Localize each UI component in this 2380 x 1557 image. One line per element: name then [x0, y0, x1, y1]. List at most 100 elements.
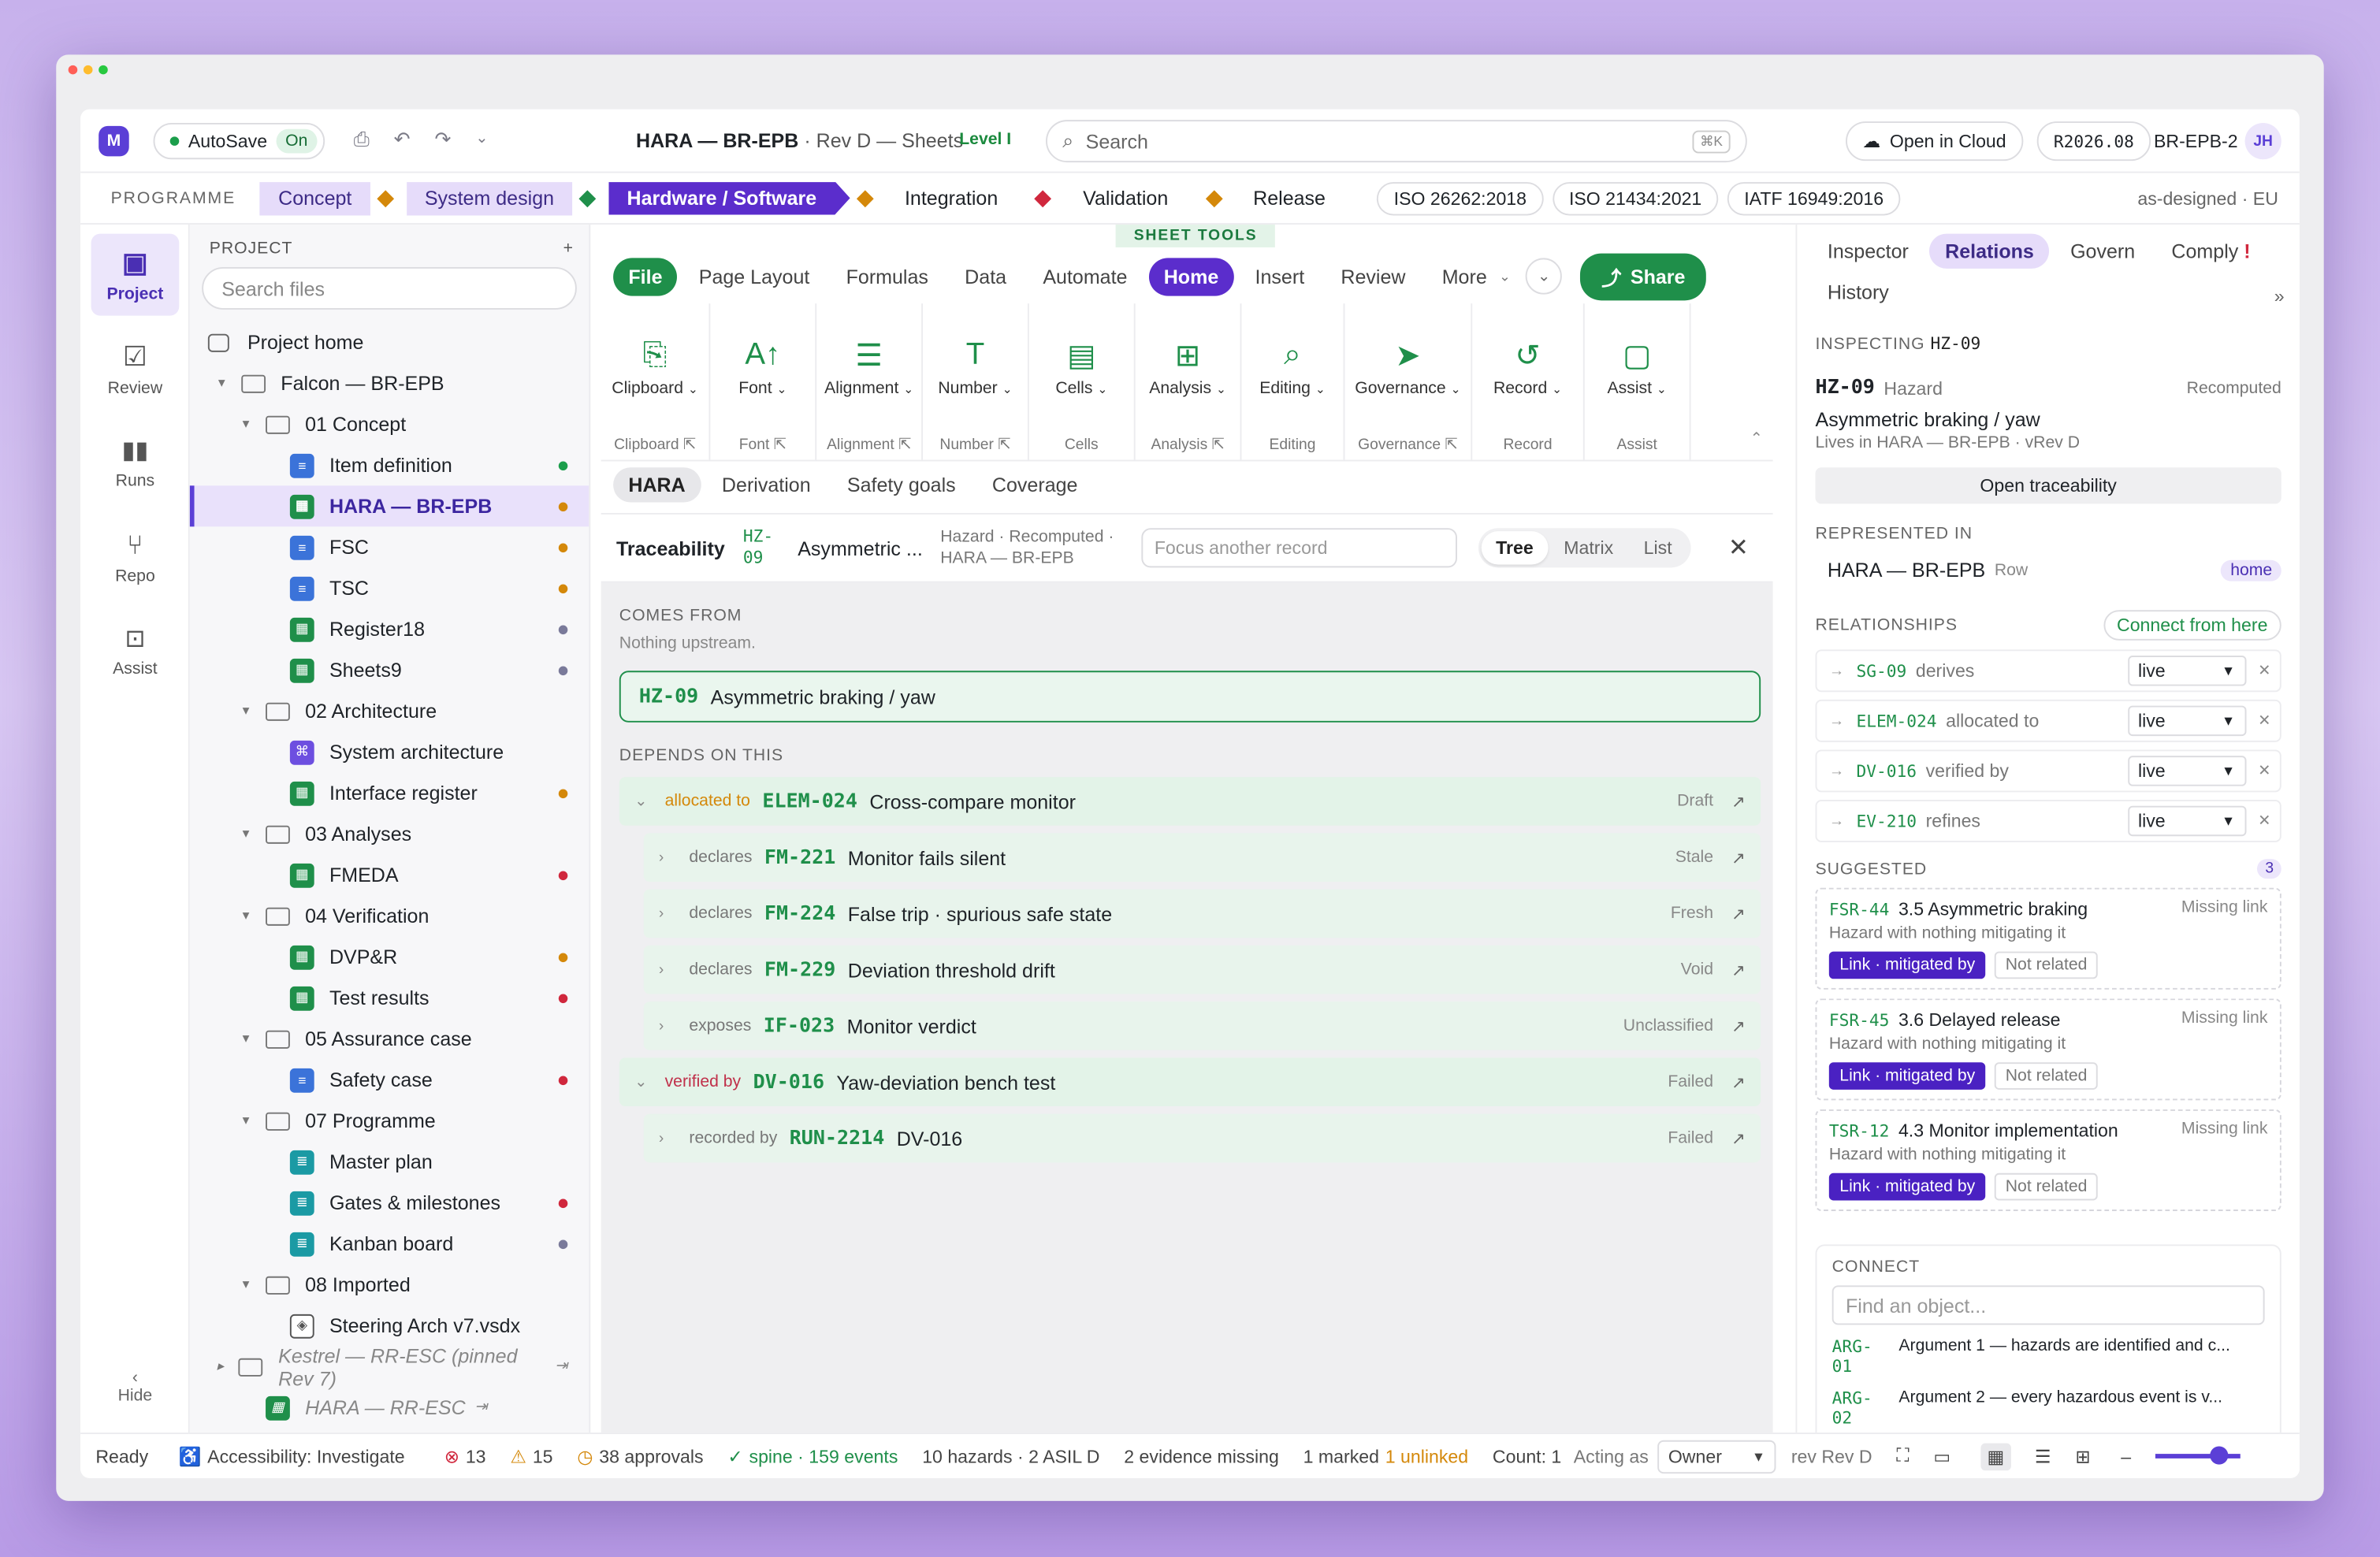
tree-item[interactable]: ≡ Item definition [190, 444, 589, 485]
ribbon-tab[interactable]: Home [1148, 257, 1234, 295]
not-related-button[interactable]: Not related [1995, 951, 2098, 979]
ribbon-group-button[interactable]: Alignment ⌄ [824, 380, 913, 398]
add-file-button[interactable]: + [563, 240, 574, 258]
tree-item[interactable]: ▸ Kestrel — RR-ESC (pinned Rev 7) ⇥ [190, 1343, 589, 1389]
ribbon-group-button[interactable]: Cells ⌄ [1055, 380, 1107, 398]
tree-item[interactable]: ≣ Kanban board [190, 1223, 589, 1264]
avatar[interactable]: JH [2244, 123, 2281, 160]
config-context[interactable]: as-designed · EU [2137, 188, 2278, 209]
tree-item[interactable]: ≡ Safety case [190, 1059, 589, 1100]
autosave-toggle[interactable]: AutoSave On [153, 123, 325, 160]
tree-item[interactable]: ▾ 01 Concept [190, 403, 589, 444]
evidence-missing[interactable]: 2 evidence missing [1124, 1446, 1279, 1467]
relationship-row[interactable]: → DV-016 verified by live ▼ ✕ [1815, 749, 2281, 793]
inspector-tab[interactable]: Comply ! [2156, 234, 2266, 269]
project-home-link[interactable]: Project home [190, 321, 589, 362]
ribbon-group-footer[interactable]: Editing [1270, 437, 1316, 454]
ribbon-group-icon[interactable]: ⊞ [1175, 337, 1200, 373]
ribbon-group-footer[interactable]: Font ⇱ [739, 437, 787, 454]
open-link-icon[interactable]: ↗ [1731, 848, 1746, 868]
trace-row[interactable]: › declares FM-221 Monitor fails silent Stale… [643, 833, 1761, 883]
ribbon-group-footer[interactable]: Cells [1065, 437, 1099, 454]
undo-icon[interactable]: ↶ [394, 128, 411, 152]
connect-result[interactable]: ARG-01 Argument 1 — hazards are identifie… [1832, 1337, 2265, 1377]
ribbon-group-footer[interactable]: Record [1503, 437, 1552, 454]
inspector-tab[interactable]: Inspector [1813, 234, 1924, 269]
ribbon-group-icon[interactable]: ▢ [1623, 337, 1651, 373]
zoom-slider[interactable] [2155, 1446, 2241, 1465]
chevron-right-icon[interactable]: › [659, 1130, 671, 1146]
ribbon-group-icon[interactable]: T [966, 337, 985, 373]
inspector-tab[interactable]: History [1813, 275, 1904, 310]
relationship-row[interactable]: → ELEM-024 allocated to live ▼ ✕ [1815, 699, 2281, 742]
ribbon-tab[interactable]: Review [1326, 257, 1421, 295]
share-button[interactable]: ⤴ Share [1580, 252, 1707, 300]
ribbon-group-button[interactable]: Editing ⌄ [1259, 380, 1326, 398]
ribbon-group-icon[interactable]: ⌕ [1284, 337, 1301, 373]
tree-item[interactable]: ▾ 04 Verification [190, 895, 589, 936]
ribbon-tab[interactable]: More [1426, 257, 1502, 295]
link-mitigated-by-button[interactable]: Link · mitigated by [1828, 1062, 1986, 1090]
represented-name[interactable]: HARA — BR-EPB [1828, 559, 1985, 582]
rail-runs[interactable]: ▮▮ Runs [91, 422, 180, 504]
ribbon-group-button[interactable]: Number ⌄ [938, 380, 1012, 398]
stage-concept[interactable]: Concept [260, 181, 370, 215]
sheet-subtab[interactable]: Derivation [707, 467, 826, 502]
close-icon[interactable]: ✕ [1728, 533, 1749, 563]
relationship-id[interactable]: DV-016 [1856, 761, 1917, 781]
tree-item[interactable]: ▦ FMEDA [190, 854, 589, 895]
chevron-icon[interactable]: ▸ [211, 1358, 230, 1375]
relationship-state-select[interactable]: live ▼ [2127, 705, 2246, 737]
chevron-right-icon[interactable]: › [659, 1017, 671, 1034]
trace-row[interactable]: › recorded by RUN-2214 DV-016 Failed ↗ [643, 1113, 1761, 1163]
remove-relationship-icon[interactable]: ✕ [2258, 812, 2270, 829]
ribbon-group-button[interactable]: Assist ⌄ [1608, 380, 1667, 398]
rows-view-icon[interactable]: ☰ [2035, 1446, 2051, 1467]
chevron-right-icon[interactable]: › [659, 905, 671, 922]
tree-item[interactable]: ≣ Master plan [190, 1141, 589, 1182]
ribbon-group-icon[interactable]: ▤ [1067, 337, 1095, 373]
version-badge[interactable]: R2026.08 [2036, 121, 2151, 162]
close-window-button[interactable] [68, 65, 78, 75]
stage-release[interactable]: Release [1235, 181, 1344, 214]
view-matrix[interactable]: Matrix [1549, 531, 1628, 564]
chevron-icon[interactable]: ▾ [236, 416, 257, 433]
not-related-button[interactable]: Not related [1995, 1172, 2098, 1201]
ribbon-tab[interactable]: Data [950, 257, 1021, 295]
trace-row[interactable]: ⌄ verified by DV-016 Yaw-deviation bench te… [619, 1057, 1761, 1107]
ribbon-group-footer[interactable]: Governance ⇱ [1358, 437, 1457, 454]
ribbon-group-button[interactable]: Font ⌄ [738, 380, 787, 398]
relationship-state-select[interactable]: live ▼ [2127, 656, 2246, 686]
open-link-icon[interactable]: ↗ [1731, 904, 1746, 923]
tree-item[interactable]: ▦ Interface register [190, 772, 589, 813]
trace-row[interactable]: › declares FM-224 False trip · spurious saf… [643, 889, 1761, 938]
view-tree[interactable]: Tree [1480, 531, 1549, 565]
stage-system-design[interactable]: System design [406, 181, 573, 215]
chevron-right-icon[interactable]: › [659, 961, 671, 978]
suggestion-id[interactable]: FSR-45 [1829, 1011, 1890, 1031]
ribbon-group-icon[interactable]: ☰ [855, 337, 883, 373]
ribbon-tab[interactable]: Automate [1028, 257, 1143, 295]
standard-iso-21434[interactable]: ISO 21434:2021 [1552, 181, 1719, 215]
chevron-down-icon[interactable]: ⌄ [634, 793, 647, 809]
grid-view-icon[interactable]: ▦ [1980, 1442, 2011, 1470]
app-logo-icon[interactable]: M [99, 125, 129, 157]
relationship-id[interactable]: EV-210 [1856, 811, 1917, 831]
open-link-icon[interactable]: ↗ [1731, 791, 1746, 811]
ribbon-group-footer[interactable]: Assist [1616, 437, 1657, 454]
ribbon-tab[interactable]: File [613, 257, 678, 295]
view-list[interactable]: List [1628, 531, 1687, 564]
tree-item[interactable]: ▾ 07 Programme [190, 1100, 589, 1141]
tree-item[interactable]: ▦ Test results [190, 977, 589, 1018]
trace-root-node[interactable]: HZ-09 Asymmetric braking / yaw [619, 671, 1761, 723]
remove-relationship-icon[interactable]: ✕ [2258, 663, 2270, 679]
rail-assist[interactable]: ⊡ Assist [91, 610, 180, 692]
accessibility-status[interactable]: ♿ Accessibility: Investigate [179, 1446, 405, 1467]
warning-count[interactable]: ⚠ 15 [510, 1446, 552, 1467]
tree-item[interactable]: ▦ DVP&R [190, 936, 589, 977]
ribbon-group-footer[interactable]: Alignment ⇱ [827, 437, 911, 454]
chevron-right-icon[interactable]: › [659, 849, 671, 866]
error-count[interactable]: ⊗ 13 [444, 1446, 486, 1467]
global-search-input[interactable]: ⌕ Search ⌘K [1046, 120, 1747, 163]
trace-row[interactable]: ⌄ allocated to ELEM-024 Cross-compare monit… [619, 777, 1761, 826]
